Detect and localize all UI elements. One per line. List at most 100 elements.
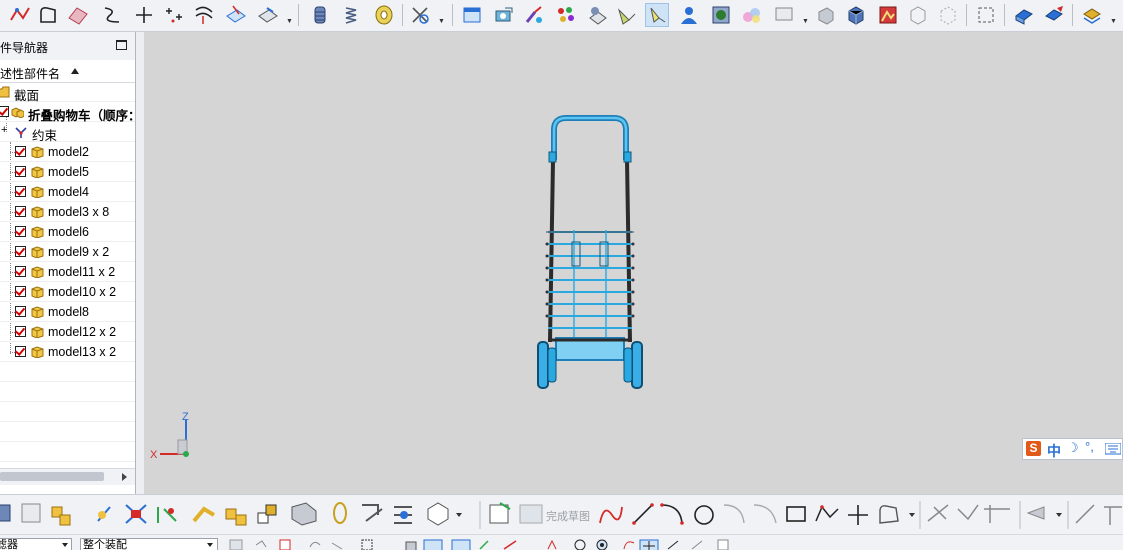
assembly-icon [11,107,24,118]
tree-row-part[interactable]: model2 [0,142,135,162]
dropdown-arrow-icon[interactable]: ▼ [802,18,809,25]
moon-icon[interactable]: ☽ [1067,440,1079,456]
maximize-icon[interactable] [116,40,127,50]
layer-icon[interactable] [1080,3,1104,27]
tree-row-sections[interactable]: 截面 [0,82,135,103]
visibility-checkbox[interactable] [15,226,26,237]
curve-icon[interactable] [8,3,32,27]
finish-sketch-button[interactable]: 完成草图 [546,508,590,524]
project-icon[interactable] [224,3,248,27]
toolbar-separator [298,4,299,26]
point-set-icon[interactable] [162,3,186,27]
spring-icon[interactable] [340,3,364,27]
visibility-checkbox[interactable] [15,166,26,177]
row-label: model2 [48,145,89,159]
z-axis-label: Z [182,411,189,423]
horizontal-scrollbar[interactable] [0,468,135,485]
sort-ascending-icon[interactable] [71,68,79,74]
column-header[interactable]: 描述性部件名 [0,60,135,83]
expand-icon[interactable]: + [1,124,7,136]
tree-row-part[interactable]: model10 x 2 [0,282,135,302]
dropdown-arrow-icon[interactable]: ▼ [438,18,445,25]
extract-icon[interactable] [256,3,280,27]
part-cube-icon [31,206,44,218]
visibility-checkbox[interactable] [15,186,26,197]
visibility-checkbox[interactable] [0,106,9,117]
row-label: model8 [48,305,89,319]
x-axis-label: X [150,449,158,461]
selection-toolbar-icons[interactable] [226,535,1106,550]
paint-icon[interactable] [522,3,546,27]
visibility-checkbox[interactable] [15,206,26,217]
visibility-checkbox[interactable] [15,326,26,337]
keyboard-icon[interactable] [1105,443,1121,455]
tree-row-part[interactable]: model4 [0,182,135,202]
person-icon[interactable] [677,3,701,27]
ime-logo-icon[interactable]: S [1026,441,1041,456]
light-icon[interactable] [614,3,638,27]
empty-row [0,402,135,422]
scroll-right-icon[interactable] [122,473,127,481]
tree-row-assembly[interactable]: 折叠购物车（顺序： [0,102,135,123]
tree-row-part[interactable]: model6 [0,222,135,242]
dropdown-arrow-icon[interactable]: ▼ [286,18,293,25]
tree-row-part[interactable]: model13 x 2 [0,342,135,362]
tree-row-part[interactable]: model5 [0,162,135,182]
tree-row-part[interactable]: model12 x 2 [0,322,135,342]
selection-scope-select[interactable]: 整个装配 [80,538,218,550]
graphics-viewport[interactable]: Z X [144,32,1123,494]
hidden-icon[interactable] [936,3,960,27]
material-icon[interactable] [586,3,610,27]
palette-icon[interactable] [554,3,578,27]
selection-scope-value: 整个装配 [83,539,127,550]
bearing-icon[interactable] [372,3,396,27]
spotlight-icon[interactable] [645,3,669,27]
blend-icon[interactable] [740,3,764,27]
spline-icon[interactable] [100,3,124,27]
wire-icon[interactable] [906,3,930,27]
part-cube-icon [31,266,44,278]
cart-model[interactable] [144,32,1123,494]
visibility-checkbox[interactable] [15,346,26,357]
scrollbar-thumb[interactable] [0,472,104,481]
visibility-checkbox[interactable] [15,246,26,257]
chevron-down-icon[interactable] [62,543,68,547]
punctuation-icon[interactable]: °, [1085,439,1094,454]
row-label: model3 x 8 [48,205,110,219]
offset-curve-icon[interactable] [192,3,216,27]
visibility-checkbox[interactable] [15,306,26,317]
tree-row-part[interactable]: model3 x 8 [0,202,135,222]
ime-toolbar[interactable]: S 中 ☽ °, [1022,438,1123,460]
image-icon[interactable] [876,3,900,27]
visibility-checkbox[interactable] [15,286,26,297]
edit-view-icon[interactable] [1042,3,1066,27]
chevron-down-icon[interactable] [207,543,213,547]
tree-row-constraints[interactable]: + 约束 [0,122,135,143]
sketch-icon[interactable] [36,3,60,27]
view-icon[interactable] [1012,3,1036,27]
row-label: model12 x 2 [48,325,117,339]
visibility-checkbox[interactable] [15,146,26,157]
visibility-checkbox[interactable] [15,266,26,277]
surface-icon[interactable] [66,3,90,27]
studio-icon[interactable] [709,3,733,27]
tree-row-part[interactable]: model8 [0,302,135,322]
cube-icon[interactable] [844,3,868,27]
ime-language[interactable]: 中 [1047,441,1061,461]
camera-icon[interactable] [492,3,516,27]
cylinder-icon[interactable] [308,3,332,27]
resize-splitter[interactable] [136,32,144,494]
pattern-icon[interactable] [408,3,432,27]
shade-icon[interactable] [814,3,838,27]
coordinate-triad: Z X [150,411,189,461]
box-icon[interactable] [974,3,998,27]
toolbar-separator [966,4,967,26]
part-navigator: 部件导航器 描述性部件名 截面 折叠购物车（顺序： + 约束 model2 mod… [0,32,136,494]
dropdown-arrow-icon[interactable]: ▼ [1110,18,1117,25]
point-icon[interactable] [132,3,156,27]
render-icon[interactable] [460,3,484,27]
part-cube-icon [31,166,44,178]
tree-row-part[interactable]: model11 x 2 [0,262,135,282]
display-icon[interactable] [772,3,796,27]
tree-row-part[interactable]: model9 x 2 [0,242,135,262]
